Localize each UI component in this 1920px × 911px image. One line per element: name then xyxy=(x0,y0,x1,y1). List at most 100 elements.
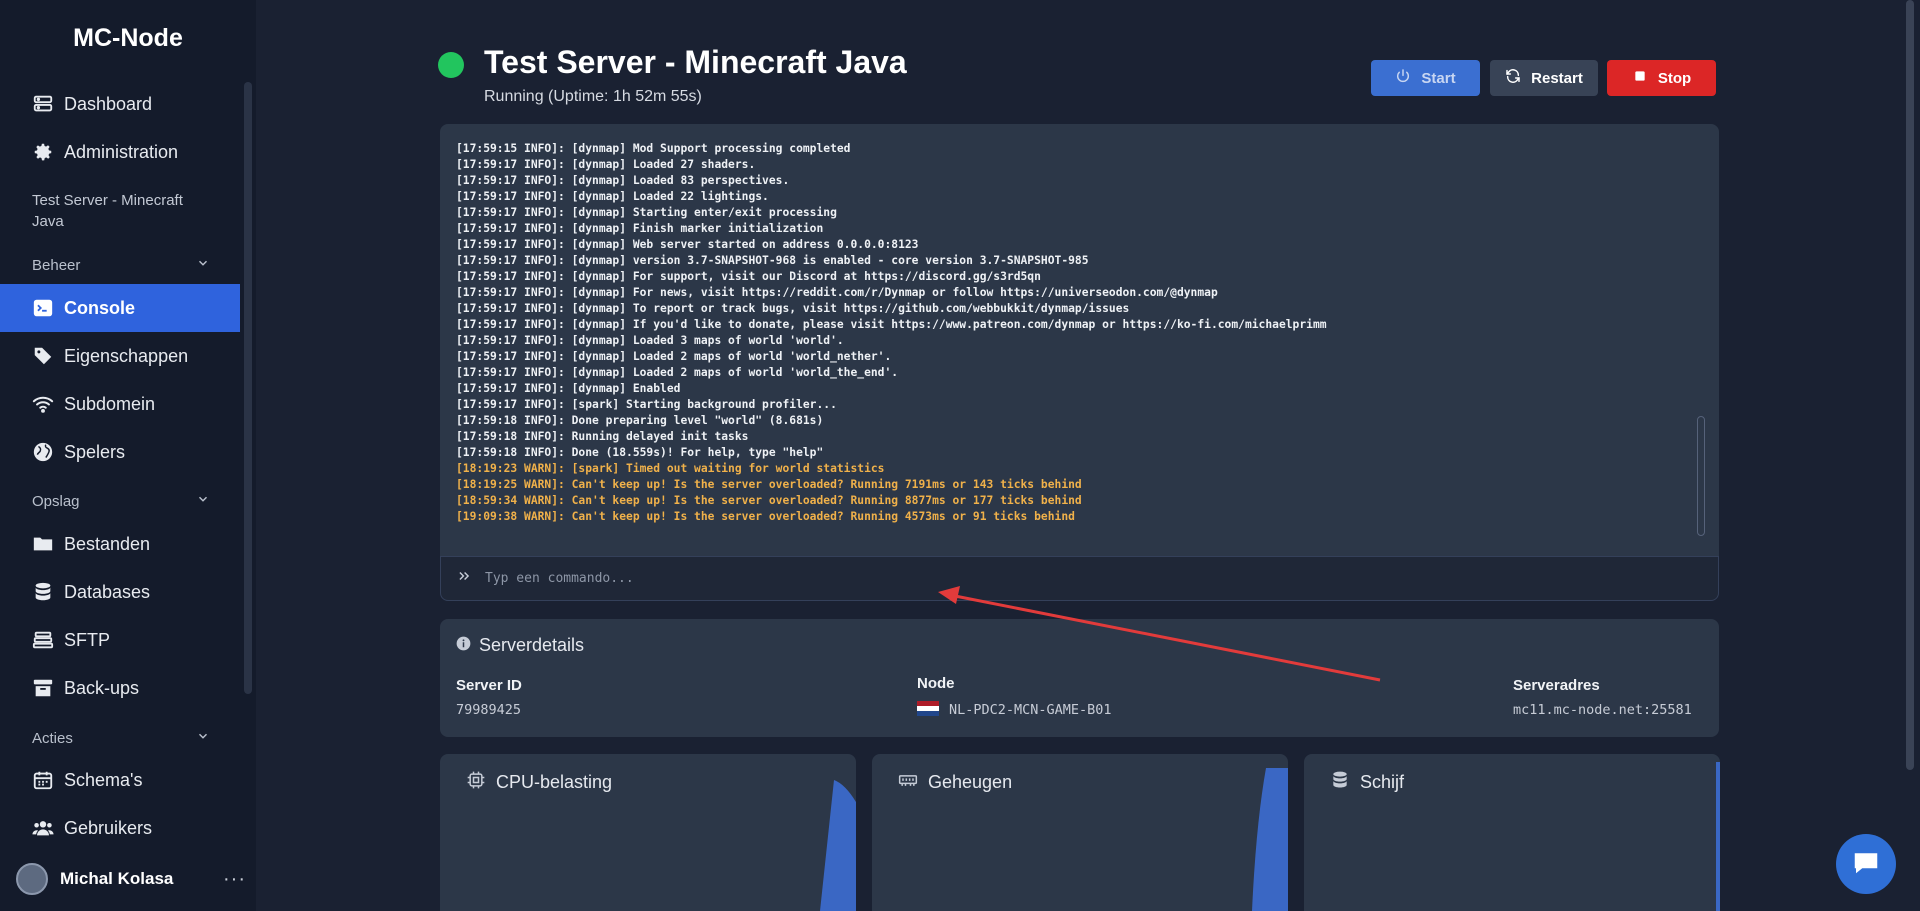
disk-card-title: Schijf xyxy=(1330,770,1404,795)
memory-icon xyxy=(898,770,928,795)
details-title-text: Serverdetails xyxy=(479,635,585,655)
chevron-down-icon xyxy=(196,729,210,747)
chat-button[interactable] xyxy=(1836,834,1896,894)
memory-card-label: Geheugen xyxy=(928,772,1013,792)
console-line: [17:59:17 INFO]: [dynmap] For support, v… xyxy=(456,270,1041,283)
info-icon xyxy=(456,635,479,656)
sidebar-item-eigenschappen[interactable]: Eigenschappen xyxy=(0,334,240,378)
tag-icon xyxy=(32,345,54,367)
sidebar-item-label: Administration xyxy=(64,141,179,162)
users-icon xyxy=(32,817,54,839)
start-button[interactable]: Start xyxy=(1371,60,1480,96)
folder-icon xyxy=(32,533,54,555)
sidebar-item-bestanden[interactable]: Bestanden xyxy=(0,522,240,566)
details-title: Serverdetails xyxy=(456,635,584,656)
command-input[interactable] xyxy=(485,571,1685,586)
user-menu[interactable]: Michal Kolasa ··· xyxy=(16,861,246,897)
server-status-indicator xyxy=(438,52,464,78)
start-button-label: Start xyxy=(1421,69,1456,87)
sidebar-item-spelers[interactable]: Spelers xyxy=(0,430,240,474)
sidebar-item-label: Subdomein xyxy=(64,393,156,414)
console-line: [17:59:17 INFO]: [dynmap] Loaded 3 maps … xyxy=(456,334,844,347)
node-label: Node xyxy=(917,675,955,692)
chevron-down-icon xyxy=(196,492,210,510)
gear-icon xyxy=(32,141,54,163)
sidebar-item-administration[interactable]: Administration xyxy=(0,130,240,174)
cpu-card: CPU-belasting xyxy=(440,754,856,911)
sidebar-item-label: Bestanden xyxy=(64,533,151,554)
avatar xyxy=(16,863,48,895)
console-line: [17:59:17 INFO]: [dynmap] Loaded 22 ligh… xyxy=(456,190,769,203)
sidebar-item-databases[interactable]: Databases xyxy=(0,570,240,614)
server-id-value: 79989425 xyxy=(456,702,522,718)
page-title: Test Server - Minecraft Java xyxy=(484,44,907,80)
console-line: [17:59:17 INFO]: [dynmap] Web server sta… xyxy=(456,238,919,251)
console-line: [17:59:17 INFO]: [dynmap] Loaded 2 maps … xyxy=(456,366,899,379)
console-line: [17:59:17 INFO]: [spark] Starting backgr… xyxy=(456,398,837,411)
globe-icon xyxy=(32,441,54,463)
sidebar-item-label: Schema's xyxy=(64,769,143,790)
console-line: [18:19:23 WARN]: [spark] Timed out waiti… xyxy=(456,462,885,475)
sidebar-item-subdomein[interactable]: Subdomein xyxy=(0,382,240,426)
more-options-icon[interactable]: ··· xyxy=(223,868,246,891)
sidebar-item-label: Back-ups xyxy=(64,677,140,698)
sidebar-server-name: Test Server - Minecraft Java xyxy=(32,192,183,230)
console-line: [17:59:17 INFO]: [dynmap] To report or t… xyxy=(456,302,1130,315)
server-uptime: Running (Uptime: 1h 52m 55s) xyxy=(484,88,702,105)
restart-button-label: Restart xyxy=(1531,69,1583,87)
power-icon xyxy=(1395,68,1421,88)
terminal-icon xyxy=(32,297,54,319)
console-line: [19:09:38 WARN]: Can't keep up! Is the s… xyxy=(456,510,1075,523)
database-icon xyxy=(1330,770,1360,795)
section-opslag[interactable]: Opslag xyxy=(32,492,210,510)
console-output[interactable]: [17:59:15 INFO]: [dynmap] Mod Support pr… xyxy=(440,124,1719,556)
section-label: Acties xyxy=(32,729,73,747)
stop-button[interactable]: Stop xyxy=(1607,60,1716,96)
console-line: [17:59:18 INFO]: Running delayed init ta… xyxy=(456,430,749,443)
console-line: [17:59:17 INFO]: [dynmap] Loaded 2 maps … xyxy=(456,350,892,363)
section-acties[interactable]: Acties xyxy=(32,729,210,747)
sidebar-item-dashboard[interactable]: Dashboard xyxy=(0,82,240,126)
console-line: [17:59:17 INFO]: [dynmap] Starting enter… xyxy=(456,206,837,219)
page-scrollbar[interactable] xyxy=(1906,0,1914,770)
console-line: [18:19:25 WARN]: Can't keep up! Is the s… xyxy=(456,478,1082,491)
sidebar-item-label: Console xyxy=(64,297,136,318)
calendar-icon xyxy=(32,769,54,791)
netherlands-flag-icon xyxy=(917,701,939,716)
console-line: [17:59:17 INFO]: [dynmap] Enabled xyxy=(456,382,681,395)
sidebar-item-sftp[interactable]: SFTP xyxy=(0,618,240,662)
server-details-panel: Serverdetails Server ID 79989425 Node NL… xyxy=(440,619,1719,737)
server-address-value: mc11.mc-node.net:25581 xyxy=(1513,702,1692,718)
server-address-label: Serveradres xyxy=(1513,677,1600,694)
console-line: [17:59:17 INFO]: [dynmap] Loaded 27 shad… xyxy=(456,158,756,171)
section-label: Beheer xyxy=(32,256,81,274)
console-line: [17:59:18 INFO]: Done preparing level "w… xyxy=(456,414,824,427)
stack-icon xyxy=(32,629,54,651)
section-beheer[interactable]: Beheer xyxy=(32,256,210,274)
cpu-card-title: CPU-belasting xyxy=(466,770,612,795)
restart-button[interactable]: Restart xyxy=(1490,60,1598,96)
sidebar-scrollbar[interactable] xyxy=(244,82,252,694)
console-log: [17:59:15 INFO]: [dynmap] Mod Support pr… xyxy=(456,141,1703,525)
node-name: NL-PDC2-MCN-GAME-B01 xyxy=(949,702,1112,718)
brand-logo[interactable]: MC-Node xyxy=(0,24,256,53)
sidebar-item-schemas[interactable]: Schema's xyxy=(0,758,240,802)
archive-icon xyxy=(32,677,54,699)
sidebar-item-label: Eigenschappen xyxy=(64,345,189,366)
database-icon xyxy=(32,581,54,603)
sidebar-item-console[interactable]: Console xyxy=(0,284,240,332)
console-line: [17:59:18 INFO]: Done (18.559s)! For hel… xyxy=(456,446,824,459)
server-icon xyxy=(32,93,54,115)
command-bar xyxy=(440,556,1719,601)
server-id-label: Server ID xyxy=(456,677,522,694)
cpu-card-label: CPU-belasting xyxy=(496,772,613,792)
sidebar-item-label: Gebruikers xyxy=(64,817,153,838)
sidebar-item-gebruikers[interactable]: Gebruikers xyxy=(0,806,240,850)
wifi-icon xyxy=(32,393,54,415)
chevron-down-icon xyxy=(196,256,210,274)
console-scrollbar[interactable] xyxy=(1697,416,1705,536)
console-line: [17:59:17 INFO]: [dynmap] Loaded 83 pers… xyxy=(456,174,790,187)
console-line: [17:59:15 INFO]: [dynmap] Mod Support pr… xyxy=(456,142,851,155)
node-value: NL-PDC2-MCN-GAME-B01 xyxy=(917,701,1112,718)
sidebar-item-back-ups[interactable]: Back-ups xyxy=(0,666,240,710)
